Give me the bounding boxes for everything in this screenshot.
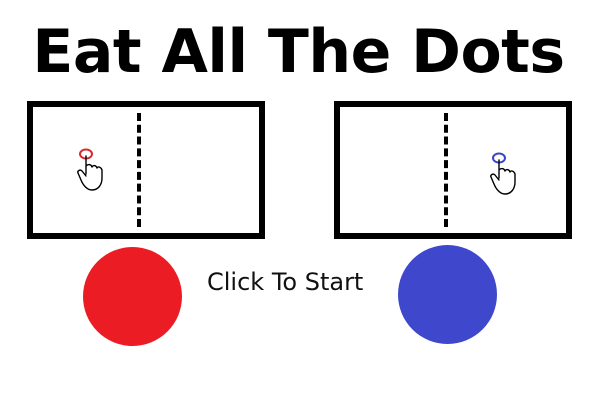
blue-player-dot bbox=[398, 245, 497, 344]
game-title: Eat All The Dots bbox=[32, 17, 565, 87]
start-button[interactable]: Click To Start bbox=[207, 265, 363, 299]
tutorial-panel-right bbox=[334, 101, 572, 239]
panel-divider bbox=[444, 113, 448, 227]
tap-hand-icon bbox=[77, 148, 103, 191]
red-player-dot bbox=[83, 247, 182, 346]
panel-divider bbox=[137, 113, 141, 227]
tap-hand-icon bbox=[490, 152, 516, 195]
tutorial-panel-left bbox=[27, 101, 265, 239]
